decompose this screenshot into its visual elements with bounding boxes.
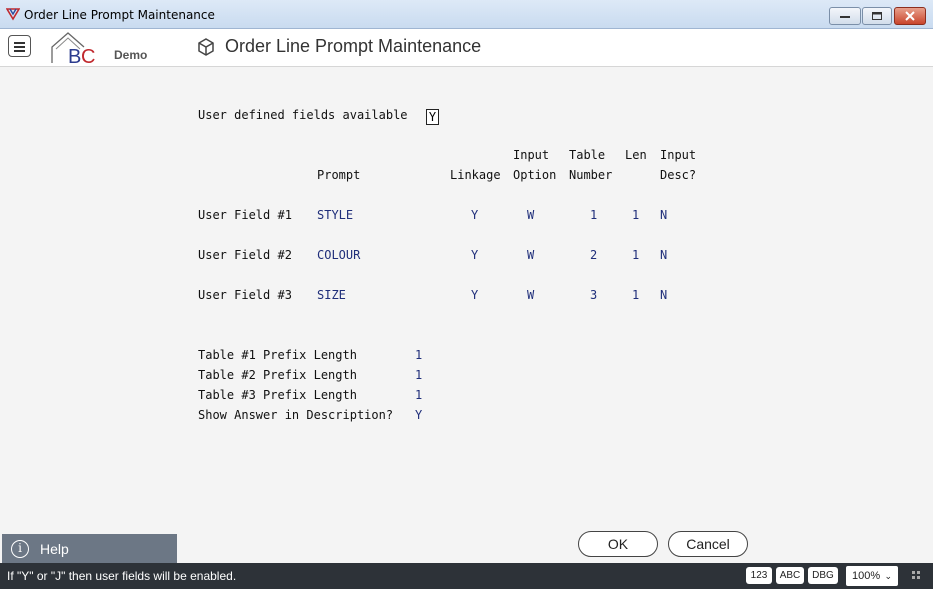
user-field-2-linkage[interactable]: Y: [471, 248, 478, 262]
user-field-3-input-option[interactable]: W: [527, 288, 534, 302]
table-3-prefix-value[interactable]: 1: [415, 388, 422, 402]
info-icon: i: [11, 540, 29, 558]
user-field-3-table-number[interactable]: 3: [590, 288, 597, 302]
user-field-3-len[interactable]: 1: [632, 288, 639, 302]
alpha-mode-indicator[interactable]: ABC: [776, 567, 804, 584]
user-field-1-input-option[interactable]: W: [527, 208, 534, 222]
cube-icon: [198, 38, 214, 56]
help-label: Help: [40, 541, 69, 557]
status-bar: If "Y" or "J" then user fields will be e…: [0, 563, 933, 589]
user-field-1-label: User Field #1: [198, 208, 292, 222]
debug-indicator[interactable]: DBG: [808, 567, 838, 584]
app-header: B C Demo Order Line Prompt Maintenance: [0, 29, 933, 67]
restore-button[interactable]: [862, 7, 892, 25]
user-field-1-table-number[interactable]: 1: [590, 208, 597, 222]
user-field-1-prompt[interactable]: STYLE: [317, 208, 353, 222]
user-field-2-len[interactable]: 1: [632, 248, 639, 262]
window-title: Order Line Prompt Maintenance: [24, 8, 215, 22]
user-field-1-linkage[interactable]: Y: [471, 208, 478, 222]
help-panel[interactable]: i Help: [2, 534, 177, 563]
col-linkage: Linkage: [450, 168, 501, 182]
user-field-2-prompt[interactable]: COLOUR: [317, 248, 360, 262]
col-input-option-line2: Option: [513, 168, 557, 182]
svg-text:B: B: [68, 46, 81, 67]
user-field-2-table-number[interactable]: 2: [590, 248, 597, 262]
user-field-2-input-desc[interactable]: N: [660, 248, 667, 262]
zoom-select[interactable]: 100% ⌄: [846, 566, 898, 586]
grid-icon[interactable]: [912, 571, 920, 579]
cancel-button[interactable]: Cancel: [668, 531, 748, 557]
table-1-prefix-value[interactable]: 1: [415, 348, 422, 362]
show-answer-value[interactable]: Y: [415, 408, 422, 422]
user-field-3-prompt[interactable]: SIZE: [317, 288, 346, 302]
user-field-3-input-desc[interactable]: N: [660, 288, 667, 302]
user-field-1-input-desc[interactable]: N: [660, 208, 667, 222]
user-field-2-input-option[interactable]: W: [527, 248, 534, 262]
ok-button[interactable]: OK: [578, 531, 658, 557]
udf-available-label: User defined fields available: [198, 108, 408, 122]
hamburger-menu-button[interactable]: [8, 35, 31, 57]
numeric-mode-indicator[interactable]: 123: [746, 567, 772, 584]
close-button[interactable]: [894, 7, 926, 25]
app-logo-icon: [6, 8, 20, 21]
table-1-prefix-label: Table #1 Prefix Length: [198, 348, 357, 362]
window-titlebar[interactable]: Order Line Prompt Maintenance: [0, 0, 933, 29]
show-answer-label: Show Answer in Description?: [198, 408, 394, 422]
col-input-option-line1: Input: [513, 148, 550, 162]
col-table-number-line1: Table: [569, 148, 606, 162]
brand-subtitle: Demo: [114, 48, 148, 62]
col-len: Len: [625, 148, 647, 162]
chevron-down-icon: ⌄: [884, 571, 892, 581]
page-title: Order Line Prompt Maintenance: [225, 36, 482, 56]
col-prompt: Prompt: [317, 168, 361, 182]
minimize-button[interactable]: [829, 7, 861, 25]
col-input-desc-line1: Input: [660, 148, 697, 162]
table-2-prefix-label: Table #2 Prefix Length: [198, 368, 357, 382]
brand-logo: B C: [51, 32, 95, 67]
udf-available-field[interactable]: Y: [426, 109, 439, 125]
col-table-number-line2: Number: [569, 168, 613, 182]
col-input-desc-line2: Desc?: [660, 168, 697, 182]
user-field-2-label: User Field #2: [198, 248, 292, 262]
user-field-3-linkage[interactable]: Y: [471, 288, 478, 302]
close-icon: [905, 11, 915, 21]
user-field-1-len[interactable]: 1: [632, 208, 639, 222]
table-3-prefix-label: Table #3 Prefix Length: [198, 388, 357, 402]
zoom-value: 100%: [852, 570, 881, 582]
user-field-3-label: User Field #3: [198, 288, 292, 302]
svg-text:C: C: [81, 46, 95, 67]
table-2-prefix-value[interactable]: 1: [415, 368, 422, 382]
status-message: If "Y" or "J" then user fields will be e…: [7, 569, 237, 583]
restore-icon: [872, 12, 882, 20]
minimize-icon: [840, 16, 850, 18]
